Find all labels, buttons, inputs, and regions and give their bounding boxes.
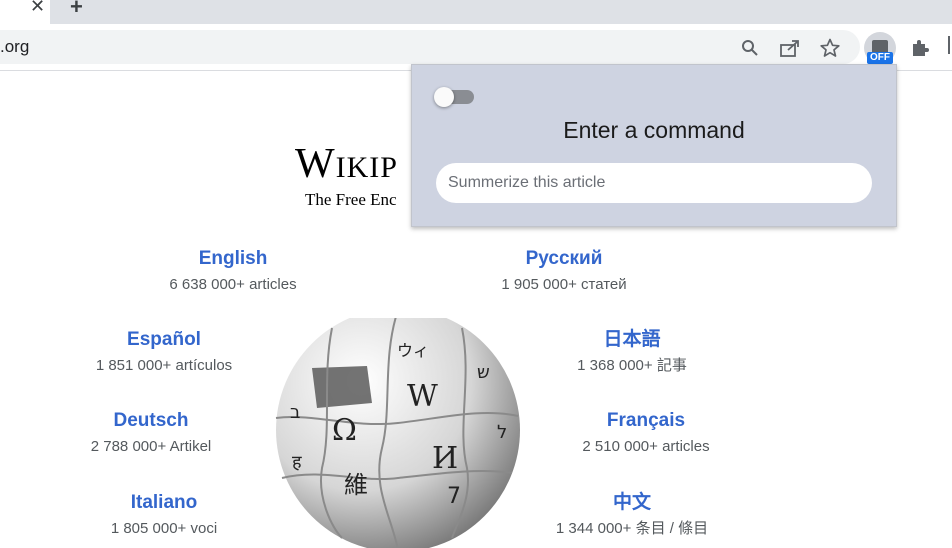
toggle-knob[interactable] [434, 87, 454, 107]
extension-popup: Enter a command [411, 64, 897, 227]
glyph-ha: ह [292, 452, 302, 473]
url-text[interactable]: .org [0, 37, 29, 57]
lang-name[interactable]: Italiano [44, 491, 284, 515]
glyph-bet: ב [290, 402, 300, 423]
command-input[interactable] [436, 163, 872, 203]
wordmark-rest: IKIP [335, 151, 398, 184]
glyph-lamed: ל [497, 422, 507, 443]
lang-name[interactable]: 日本語 [512, 328, 752, 352]
lang-name[interactable]: Русский [444, 247, 684, 271]
lang-english[interactable]: English 6 638 000+ articles [113, 247, 353, 295]
lang-count: 2 788 000+ Artikel [90, 438, 212, 455]
lang-count: 1 851 000+ artículos [95, 357, 233, 374]
tab-close-icon[interactable]: ✕ [30, 0, 45, 16]
lang-spanish[interactable]: Español 1 851 000+ artículos [44, 328, 284, 376]
lang-italian[interactable]: Italiano 1 805 000+ voci [44, 491, 284, 539]
lang-russian[interactable]: Русский 1 905 000+ статей [444, 247, 684, 295]
lang-japanese[interactable]: 日本語 1 368 000+ 記事 [512, 328, 752, 376]
wikipedia-tagline: The Free Enc [305, 190, 397, 209]
glyph-shin: ש [477, 362, 490, 383]
extension-off-badge: OFF [867, 52, 893, 64]
lang-count: 1 344 000+ 条目 / 條目 [555, 520, 709, 537]
glyph-wi: ウィ [397, 341, 429, 360]
lang-chinese[interactable]: 中文 1 344 000+ 条目 / 條目 [512, 491, 752, 539]
wordmark-initial: W [295, 141, 336, 187]
lang-name[interactable]: Deutsch [31, 409, 271, 433]
lang-count: 1 905 000+ статей [501, 276, 627, 293]
lang-count: 2 510 000+ articles [582, 438, 710, 455]
lang-count: 1 368 000+ 記事 [577, 357, 687, 374]
search-icon[interactable] [739, 37, 761, 59]
wikipedia-wordmark: WIKIP [295, 140, 398, 188]
wikipedia-globe-logo: Ω W И 維 ウィ ש ל ב ह 7 [275, 318, 520, 548]
tab-strip: ✕ + [0, 0, 952, 24]
bookmark-star-icon[interactable] [819, 37, 841, 59]
new-tab-button[interactable]: + [70, 0, 83, 18]
lang-name[interactable]: English [113, 247, 353, 271]
active-tab[interactable]: ✕ [0, 0, 50, 24]
lang-german[interactable]: Deutsch 2 788 000+ Artikel [31, 409, 271, 457]
popup-title: Enter a command [563, 117, 745, 143]
lang-name[interactable]: Français [526, 409, 766, 433]
profile-edge [948, 36, 950, 54]
address-bar[interactable] [0, 30, 860, 64]
lang-name[interactable]: Español [44, 328, 284, 352]
glyph-wei: 維 [344, 471, 368, 499]
enable-toggle[interactable] [434, 87, 474, 107]
glyph-i: И [432, 441, 458, 476]
glyph-seven: 7 [447, 484, 461, 509]
glyph-omega: Ω [332, 413, 357, 448]
lang-name[interactable]: 中文 [512, 491, 752, 515]
share-icon[interactable] [779, 37, 801, 59]
lang-french[interactable]: Français 2 510 000+ articles [526, 409, 766, 457]
extensions-puzzle-icon[interactable] [909, 37, 931, 59]
lang-count: 6 638 000+ articles [169, 276, 297, 293]
glyph-w: W [407, 379, 438, 414]
lang-count: 1 805 000+ voci [110, 520, 218, 537]
